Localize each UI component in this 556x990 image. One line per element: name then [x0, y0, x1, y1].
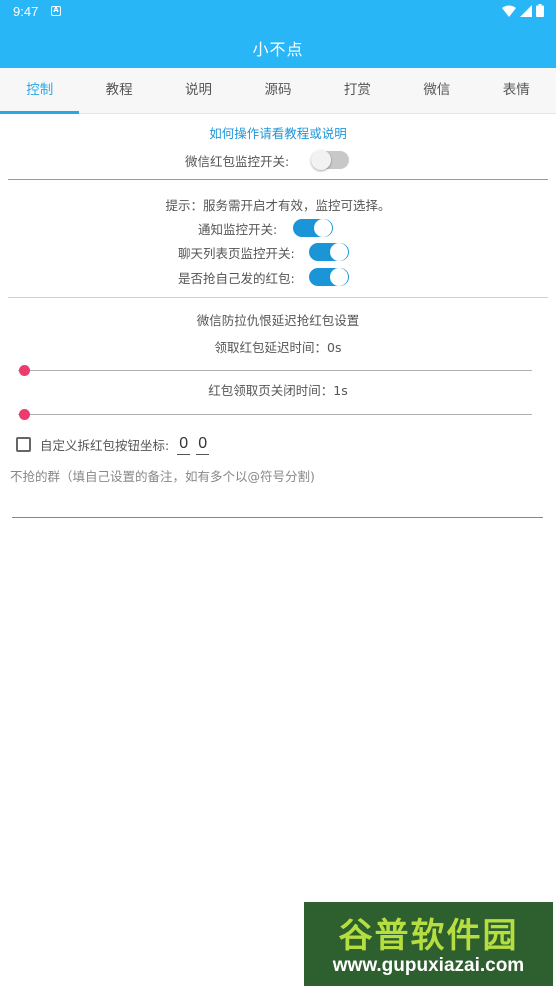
exclude-groups-input[interactable] — [12, 508, 543, 518]
watermark-logo: 谷普软件园 www.gupuxiazai.com — [304, 902, 553, 986]
tab-control[interactable]: 控制 — [0, 68, 80, 114]
notification-icon: A — [51, 6, 61, 16]
coord-x-input[interactable]: 0 — [177, 434, 191, 455]
watermark-url: www.gupuxiazai.com — [332, 955, 525, 976]
help-link[interactable]: 如何操作请看教程或说明 — [209, 126, 347, 141]
tab-stickers[interactable]: 表情 — [477, 68, 556, 113]
wechat-monitor-label: 微信红包监控开关: — [185, 153, 290, 169]
custom-coords-row: 自定义拆红包按钮坐标: 0 0 — [16, 434, 210, 455]
close-delay-label: 红包领取页关闭时间：1s — [208, 383, 348, 398]
custom-coords-checkbox[interactable] — [16, 437, 31, 452]
switch-knob — [329, 268, 348, 286]
wechat-monitor-row: 微信红包监控开关: — [185, 150, 350, 170]
tip-text: 提示：服务需开启才有效，监控可选择。 — [165, 198, 391, 213]
tab-bar: 控制 教程 说明 源码 打赏 微信 表情 — [0, 68, 556, 114]
tab-reward[interactable]: 打赏 — [318, 68, 397, 113]
slider-thumb[interactable] — [19, 409, 30, 420]
status-icons — [502, 4, 544, 17]
grab-own-switch[interactable] — [308, 267, 349, 287]
watermark-title: 谷普软件园 — [338, 916, 519, 956]
delay-section-title: 微信防拉仇恨延迟抢红包设置 — [196, 313, 360, 328]
wifi-icon — [502, 5, 516, 17]
chatlist-monitor-switch[interactable] — [308, 242, 349, 262]
tab-source[interactable]: 源码 — [238, 68, 317, 113]
wechat-monitor-switch[interactable] — [311, 150, 350, 170]
switch-knob — [329, 243, 348, 261]
tab-wechat[interactable]: 微信 — [397, 68, 476, 113]
coord-y-input[interactable]: 0 — [196, 434, 210, 455]
battery-icon — [536, 4, 544, 17]
signal-icon — [520, 4, 532, 17]
help-link-row: 如何操作请看教程或说明 — [0, 123, 556, 142]
section-divider — [8, 297, 548, 298]
grab-own-label: 是否抢自己发的红包: — [178, 270, 295, 286]
slider-rail — [18, 370, 532, 371]
notify-monitor-switch[interactable] — [293, 218, 334, 238]
exclude-groups-hint: 不抢的群（填自己设置的备注，如有多个以@符号分割) — [10, 469, 315, 484]
slider-thumb[interactable] — [19, 365, 30, 376]
custom-coords-label: 自定义拆红包按钮坐标: — [40, 438, 170, 453]
app-bar: 9:47 A 小不点 — [0, 0, 556, 68]
grab-own-row: 是否抢自己发的红包: — [178, 267, 349, 287]
slider-rail — [18, 414, 532, 415]
grab-delay-slider[interactable] — [18, 364, 532, 376]
close-delay-slider[interactable] — [18, 408, 532, 420]
chatlist-monitor-label: 聊天列表页监控开关: — [178, 245, 295, 261]
status-time: 9:47 — [13, 4, 39, 19]
section-divider — [8, 179, 548, 180]
notify-monitor-label: 通知监控开关: — [198, 221, 278, 237]
notify-monitor-row: 通知监控开关: — [198, 218, 334, 238]
app-title: 小不点 — [252, 40, 304, 59]
tab-tutorial[interactable]: 教程 — [79, 68, 158, 113]
grab-delay-label: 领取红包延迟时间：0s — [214, 340, 342, 355]
chatlist-monitor-row: 聊天列表页监控开关: — [178, 242, 349, 262]
tab-instructions[interactable]: 说明 — [159, 68, 238, 113]
